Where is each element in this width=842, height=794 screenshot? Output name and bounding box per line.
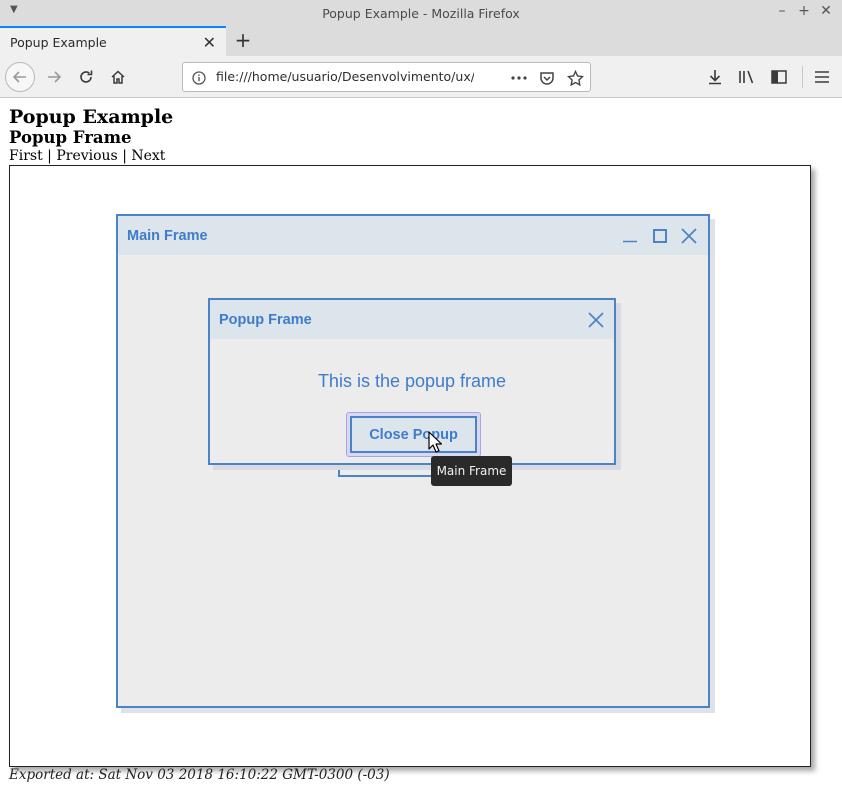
page-info-icon[interactable] xyxy=(192,70,206,89)
page-heading: Popup Example xyxy=(9,106,174,128)
window-menu-chevron-down-icon[interactable]: ▼ xyxy=(10,4,18,15)
popup-frame-close-icon[interactable] xyxy=(585,309,607,331)
popup-message: This is the popup frame xyxy=(317,371,507,391)
tab-popup-example[interactable]: Popup Example ✕ xyxy=(0,26,226,56)
tab-close-icon[interactable]: ✕ xyxy=(203,33,216,52)
sidebar-icon[interactable] xyxy=(764,62,794,92)
pager-first-link[interactable]: First xyxy=(9,148,43,164)
window-titlebar: ▼ Popup Example - Mozilla Firefox – + ✕ xyxy=(0,0,842,26)
tooltip: Main Frame xyxy=(431,456,512,486)
library-icon[interactable] xyxy=(732,62,762,92)
window-minimize-icon[interactable]: – xyxy=(774,3,790,19)
pager-separator: | xyxy=(122,148,127,164)
pager: First | Previous | Next xyxy=(9,148,165,164)
page-subheading: Popup Frame xyxy=(9,128,132,147)
tab-strip: Popup Example ✕ + xyxy=(0,26,842,56)
mouse-pointer-icon xyxy=(428,431,442,453)
mockup-canvas: Main Frame Popup Frame This is the popup… xyxy=(9,165,811,767)
window-title: Popup Example - Mozilla Firefox xyxy=(322,5,520,21)
forward-arrow-right-icon[interactable] xyxy=(39,62,69,92)
close-popup-focus-ring: Close Popup xyxy=(346,412,481,457)
url-bar[interactable]: file:///home/usuario/Desenvolvimento/ux/… xyxy=(182,62,591,92)
pager-next-link[interactable]: Next xyxy=(131,148,165,164)
back-arrow-left-icon[interactable] xyxy=(5,62,35,92)
main-frame-title: Main Frame xyxy=(127,228,208,244)
new-tab-plus-icon[interactable]: + xyxy=(232,28,254,52)
close-popup-button[interactable]: Close Popup xyxy=(350,416,477,453)
export-timestamp: Exported at: Sat Nov 03 2018 16:10:22 GM… xyxy=(9,767,390,783)
main-frame-minimize-icon[interactable] xyxy=(619,225,641,247)
toolbar-separator xyxy=(802,66,803,88)
bookmark-star-icon[interactable] xyxy=(565,68,585,88)
main-frame-header: Main Frame xyxy=(118,216,708,255)
tab-label: Popup Example xyxy=(10,34,107,50)
downloads-icon[interactable] xyxy=(700,62,730,92)
main-frame-close-icon[interactable] xyxy=(678,225,700,247)
pocket-icon[interactable] xyxy=(537,68,557,88)
pager-separator: | xyxy=(47,148,52,164)
home-icon[interactable] xyxy=(103,62,133,92)
page-content: Popup Example Popup Frame First | Previo… xyxy=(0,98,842,794)
window-close-icon[interactable]: ✕ xyxy=(818,3,834,19)
popup-frame: Popup Frame This is the popup frame Clos… xyxy=(208,298,616,465)
popup-frame-header: Popup Frame xyxy=(210,300,614,339)
main-frame-maximize-icon[interactable] xyxy=(649,225,671,247)
reload-icon[interactable] xyxy=(71,62,101,92)
page-actions-more-icon[interactable] xyxy=(509,68,529,88)
window-maximize-icon[interactable]: + xyxy=(796,3,812,19)
popup-frame-title: Popup Frame xyxy=(219,312,312,328)
navigation-toolbar: file:///home/usuario/Desenvolvimento/ux/… xyxy=(0,56,842,98)
pager-previous-link[interactable]: Previous xyxy=(56,148,117,164)
menu-hamburger-icon[interactable] xyxy=(807,62,837,92)
url-text[interactable]: file:///home/usuario/Desenvolvimento/ux/… xyxy=(216,69,474,84)
